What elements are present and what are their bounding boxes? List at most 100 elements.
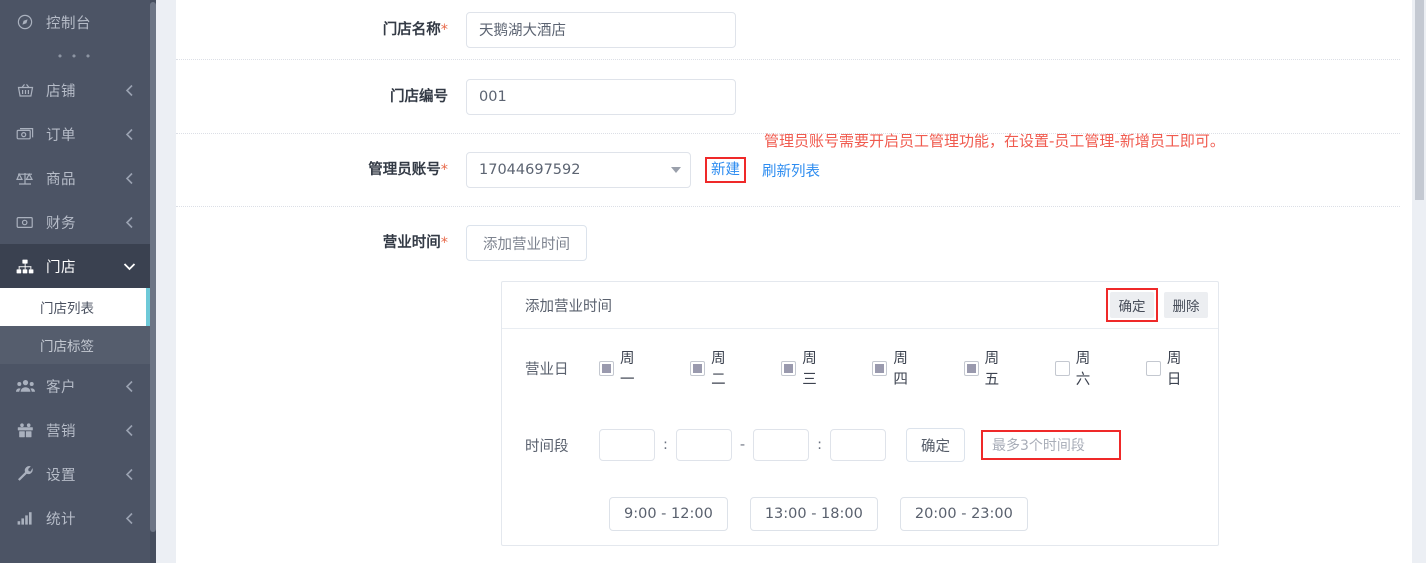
checkbox-box[interactable]: [1145, 360, 1161, 376]
confirm-card-button[interactable]: 确定: [1110, 292, 1154, 318]
period-chip[interactable]: 13:00 - 18:00: [749, 497, 878, 531]
store-name-label: 门店名称*: [382, 21, 448, 38]
add-business-hours-button[interactable]: 添加营业时间: [466, 225, 587, 261]
checkbox-box[interactable]: [599, 360, 614, 376]
delete-card-button[interactable]: 删除: [1164, 292, 1208, 318]
weekday-checkbox-sun[interactable]: 周日: [1145, 347, 1195, 389]
start-minute-input[interactable]: [675, 429, 732, 461]
sidebar-item-products[interactable]: 商品: [0, 156, 150, 200]
admin-account-select-value[interactable]: [466, 152, 691, 188]
end-minute-input[interactable]: [830, 429, 887, 461]
checkbox-box[interactable]: [1054, 360, 1070, 376]
sidebar-item-finance[interactable]: 财务: [0, 200, 150, 244]
sidebar-item-marketing[interactable]: 营销: [0, 408, 150, 452]
store-code-input[interactable]: [466, 78, 736, 115]
weekday-checkbox-wed[interactable]: 周三: [781, 347, 830, 389]
sidebar-item-label: 营销: [46, 423, 76, 440]
start-hour-input[interactable]: [599, 429, 655, 461]
weekday-row: 营业日 周一 周二 周三 周四 周五 周六 周日: [525, 329, 1195, 407]
store-edit-form: 门店名称* 门店编号 管理员账号* 新建 刷新列表: [176, 0, 1400, 563]
weekday-checkbox-fri[interactable]: 周五: [963, 347, 1013, 389]
chevron-left-icon: [120, 421, 138, 439]
page-scrollbar-thumb[interactable]: [1415, 0, 1424, 200]
required-marker: *: [440, 21, 448, 38]
period-chip[interactable]: 9:00 - 12:00: [609, 497, 728, 531]
users-icon: [14, 377, 36, 395]
sidebar-item-statistics[interactable]: 统计: [0, 496, 150, 540]
sidebar-item-label: 财务: [46, 215, 76, 232]
chevron-left-icon: [120, 169, 138, 187]
weekday-checkbox-mon[interactable]: 周一: [599, 347, 648, 389]
sidebar-item-store-list[interactable]: 门店列表: [0, 288, 150, 326]
compass-icon: [14, 13, 36, 31]
chevron-left-icon: [120, 213, 138, 231]
sidebar-item-label: 统计: [46, 511, 76, 528]
sidebar-item-stores[interactable]: 门店: [0, 244, 150, 288]
max-periods-hint: 最多3个时间段: [981, 430, 1122, 460]
weekday-checkbox-tue[interactable]: 周二: [690, 347, 739, 389]
weekday-label: 周一: [620, 351, 635, 388]
sidebar-item-label: 店铺: [46, 83, 76, 100]
weekday-label: 周五: [984, 351, 1000, 388]
chevron-left-icon: [120, 509, 138, 527]
content-gutter: [156, 0, 176, 563]
money-icon: [14, 213, 36, 231]
weekday-checkbox-sat[interactable]: 周六: [1054, 347, 1104, 389]
chart-icon: [14, 509, 36, 527]
sidebar-submenu-stores: 门店列表 门店标签: [0, 288, 150, 364]
required-marker: *: [440, 235, 448, 251]
required-marker: *: [440, 162, 448, 178]
add-period-confirm-button[interactable]: 确定: [906, 428, 966, 462]
checkbox-box[interactable]: [872, 360, 888, 376]
gift-icon: [14, 421, 36, 439]
admin-account-select[interactable]: [466, 152, 691, 188]
admin-account-note: 管理员账号需要开启员工管理功能，在设置-员工管理-新增员工即可。: [764, 132, 1225, 150]
weekday-label: 周四: [893, 351, 908, 388]
app-root: 控制台 • • • 店铺 订单 商品 财务 门店 门店列表 门店标签 客户 营销…: [0, 0, 1426, 563]
store-name-input[interactable]: [466, 11, 736, 48]
weekday-label: 周三: [802, 351, 817, 388]
sidebar-subitem-label: 门店列表: [40, 301, 94, 317]
weekday-label: 周六: [1075, 351, 1091, 388]
business-hours-card-body: 营业日 周一 周二 周三 周四 周五 周六 周日 时间段: -: 确定 最多…: [502, 329, 1218, 545]
store-code-label: 门店编号: [390, 88, 448, 105]
sidebar-item-label: 订单: [46, 127, 76, 144]
checkbox-box[interactable]: [690, 360, 706, 376]
checkbox-box[interactable]: [781, 360, 797, 376]
create-admin-link[interactable]: 新建: [705, 157, 746, 183]
time-colon-start: :: [663, 437, 668, 453]
order-icon: [14, 125, 36, 143]
chevron-down-icon: [120, 257, 138, 275]
sidebar-item-settings[interactable]: 设置: [0, 452, 150, 496]
sidebar-item-customers[interactable]: 客户: [0, 364, 150, 408]
refresh-admin-list-link[interactable]: 刷新列表: [762, 160, 820, 181]
end-hour-input[interactable]: [753, 429, 810, 461]
business-hours-card: 添加营业时间 确定 删除 营业日 周一 周二 周三 周四 周五 周六 周日 时间…: [501, 281, 1219, 546]
checkbox-box[interactable]: [963, 360, 979, 376]
sidebar-item-label: 客户: [46, 379, 76, 396]
sidebar-subitem-label: 门店标签: [40, 339, 94, 355]
page-scrollbar-track[interactable]: [1412, 0, 1426, 563]
time-range-dash: -: [739, 437, 746, 453]
sidebar-item-label: 控制台: [46, 15, 91, 32]
weekday-checkbox-group: 周一 周二 周三 周四 周五 周六 周日: [599, 347, 1195, 389]
sidebar-item-store-tags[interactable]: 门店标签: [0, 326, 150, 364]
sidebar-divider-dots: • • •: [56, 49, 94, 63]
form-row-business-hours: 营业时间* 添加营业时间: [176, 207, 1400, 279]
chevron-left-icon: [120, 81, 138, 99]
sidebar-item-dashboard[interactable]: 控制台: [0, 0, 150, 44]
sidebar-item-shop[interactable]: 店铺: [0, 68, 150, 112]
weekday-checkbox-thu[interactable]: 周四: [872, 347, 921, 389]
business-hours-card-title: 添加营业时间: [525, 298, 612, 315]
period-chip[interactable]: 20:00 - 23:00: [899, 497, 1028, 531]
chevron-left-icon: [120, 465, 138, 483]
sitemap-icon: [14, 257, 36, 275]
chevron-left-icon: [120, 125, 138, 143]
weekday-row-label: 营业日: [525, 361, 569, 378]
weekday-label: 周日: [1166, 351, 1182, 388]
form-row-store-name: 门店名称*: [176, 0, 1400, 59]
time-colon-end: :: [817, 437, 823, 453]
sidebar-item-orders[interactable]: 订单: [0, 112, 150, 156]
confirm-card-button-wrap: 确定: [1106, 288, 1158, 322]
business-hours-card-header: 添加营业时间 确定 删除: [502, 282, 1218, 329]
